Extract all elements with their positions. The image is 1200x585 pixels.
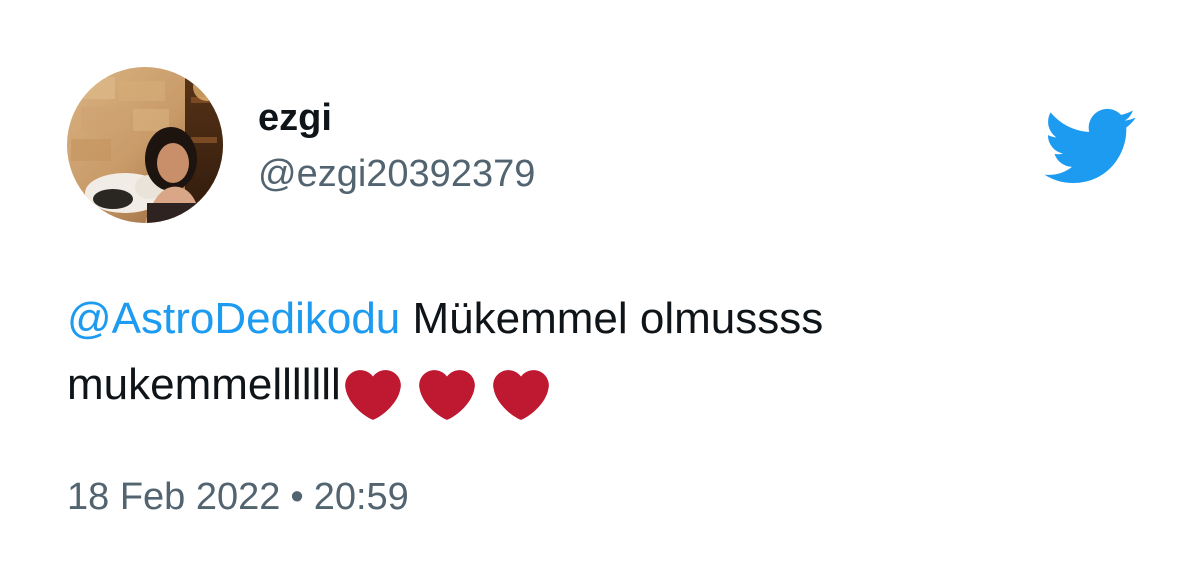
tweet-time: 20:59 bbox=[313, 476, 409, 518]
avatar-photo bbox=[67, 67, 223, 223]
twitter-bird-icon[interactable] bbox=[1044, 108, 1136, 184]
heart-shape bbox=[344, 370, 401, 421]
twitter-bird-svg bbox=[1044, 108, 1136, 184]
tweet-text-line1: Mükemmel olmussss bbox=[400, 294, 824, 343]
tweet-date: 18 Feb 2022 bbox=[67, 476, 281, 518]
user-handle[interactable]: @ezgi20392379 bbox=[258, 152, 535, 196]
tweet-text: @AstroDedikodu Mükemmel olmussss mukemme… bbox=[67, 286, 1147, 426]
tweet-card: ezgi @ezgi20392379 @AstroDedikodu Mükemm… bbox=[0, 0, 1200, 585]
tweet-timestamp[interactable]: 18 Feb 2022 • 20:59 bbox=[67, 474, 409, 520]
display-name[interactable]: ezgi bbox=[258, 96, 332, 140]
red-heart-icon: ♥ bbox=[492, 369, 549, 421]
heart-shape bbox=[492, 370, 549, 421]
mention-link[interactable]: @AstroDedikodu bbox=[67, 294, 400, 343]
avatar[interactable] bbox=[67, 67, 223, 223]
red-heart-icon: ♥ bbox=[418, 369, 475, 421]
meta-separator: • bbox=[290, 476, 304, 518]
heart-emojis: ♥ ♥ ♥ bbox=[344, 360, 549, 426]
red-heart-icon: ♥ bbox=[344, 369, 401, 421]
heart-shape bbox=[418, 370, 475, 421]
tweet-text-line2: mukemmelllllll bbox=[67, 360, 341, 409]
